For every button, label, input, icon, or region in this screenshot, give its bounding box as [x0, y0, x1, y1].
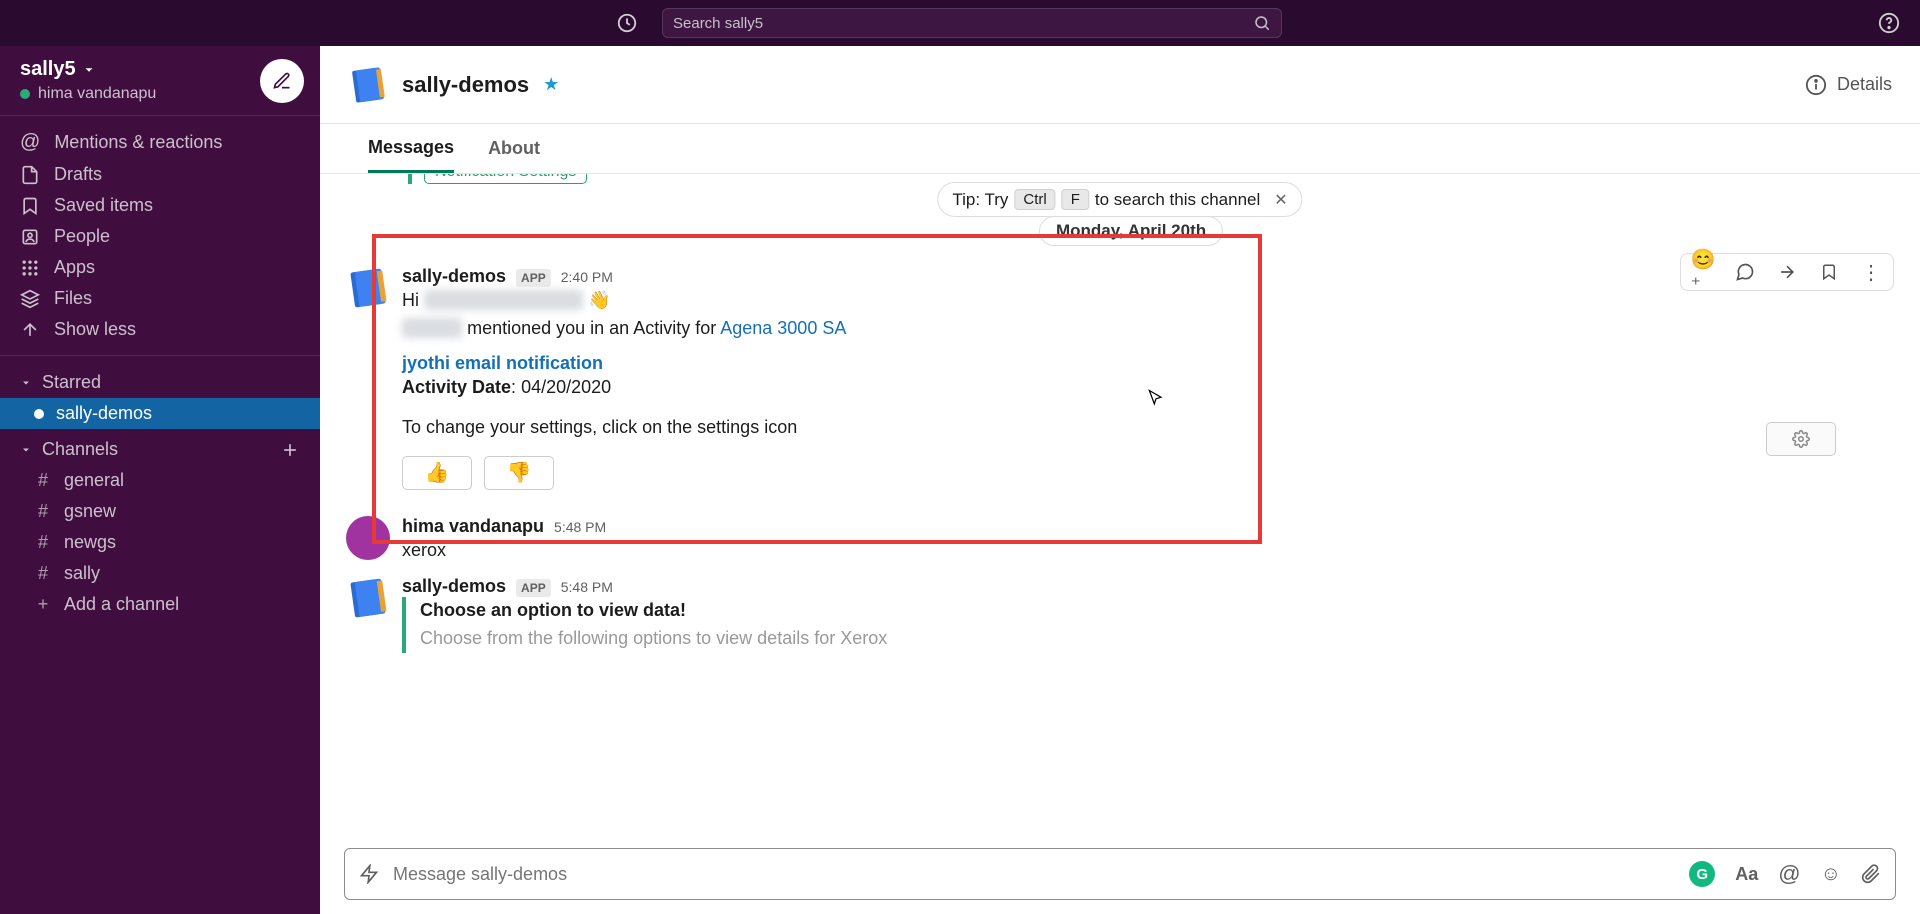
people-icon [20, 227, 40, 247]
app-avatar [346, 266, 390, 310]
message-1: sally-demos APP 2:40 PM Hi @hima vandana… [346, 260, 1894, 496]
chevron-down-icon [82, 63, 96, 77]
compose-icon [272, 71, 292, 91]
share-icon[interactable] [1775, 260, 1799, 284]
activity-title-link[interactable]: jyothi email notification [402, 353, 603, 373]
thumbs-up-button[interactable]: 👍 [402, 456, 472, 490]
history-icon[interactable] [616, 12, 638, 34]
attachment-icon[interactable] [1861, 864, 1881, 884]
details-button[interactable]: Details [1805, 74, 1892, 96]
add-channel[interactable]: +Add a channel [0, 589, 320, 620]
search-icon [1253, 14, 1271, 32]
channel-general[interactable]: #general [0, 465, 320, 496]
drafts-icon [20, 165, 40, 185]
settings-button[interactable] [1766, 422, 1836, 456]
redacted-actor: Sadhu [402, 318, 462, 338]
grammarly-icon[interactable]: G [1689, 861, 1715, 887]
apps-icon [20, 258, 40, 278]
sender-name[interactable]: sally-demos [402, 266, 506, 287]
star-icon[interactable]: ★ [543, 74, 559, 95]
top-bar: Search sally5 [0, 0, 1920, 46]
channel-avatar-icon [345, 62, 390, 107]
add-reaction-icon[interactable]: 😊⁺ [1691, 260, 1715, 284]
current-user[interactable]: hima vandanapu [20, 85, 156, 103]
redacted-mention: @hima vandanapu [424, 290, 583, 310]
kbd-f: F [1062, 189, 1089, 210]
section-starred[interactable]: Starred [0, 362, 320, 398]
sidebar: sally5 hima vandanapu @Mentions & reacti… [0, 46, 320, 914]
caret-down-icon [20, 444, 32, 456]
date-divider: Monday, April 20th [1039, 216, 1223, 246]
search-placeholder: Search sally5 [673, 15, 1253, 32]
sender-name[interactable]: hima vandanapu [402, 516, 544, 537]
nav-people[interactable]: People [0, 221, 320, 252]
thumbs-down-button[interactable]: 👎 [484, 456, 554, 490]
more-actions-icon[interactable]: ⋮ [1859, 260, 1883, 284]
mention-icon[interactable]: @ [1778, 861, 1800, 887]
main-panel: sally-demos ★ Details Messages About Not… [320, 46, 1920, 914]
message-composer[interactable]: G Aa @ ☺ [344, 848, 1896, 900]
workspace-switcher[interactable]: sally5 [20, 58, 156, 81]
plus-icon[interactable] [280, 440, 300, 460]
lightning-icon[interactable] [359, 864, 379, 884]
caret-down-icon [20, 377, 32, 389]
gear-icon [1792, 430, 1810, 448]
timestamp: 5:48 PM [554, 519, 606, 535]
thread-icon[interactable] [1733, 260, 1757, 284]
nav-showless[interactable]: Show less [0, 314, 320, 345]
section-channels[interactable]: Channels [0, 429, 320, 465]
timestamp: 5:48 PM [561, 579, 613, 595]
account-link[interactable]: Agena 3000 SA [720, 318, 846, 338]
channel-title[interactable]: sally-demos [402, 72, 529, 98]
cursor-icon [1146, 388, 1166, 414]
notification-settings-chip[interactable]: Notification Settings [424, 174, 587, 184]
sender-name[interactable]: sally-demos [402, 576, 506, 597]
kbd-ctrl: Ctrl [1014, 189, 1055, 210]
bookmark-icon [20, 196, 40, 216]
close-icon[interactable]: ✕ [1274, 190, 1287, 210]
emoji-icon[interactable]: ☺ [1821, 863, 1841, 886]
files-icon [20, 289, 40, 309]
info-icon [1805, 74, 1827, 96]
nav-mentions[interactable]: @Mentions & reactions [0, 126, 320, 159]
search-input[interactable]: Search sally5 [662, 8, 1282, 38]
arrow-up-icon [20, 320, 40, 340]
message-3: sally-demos APP 5:48 PM Choose an option… [346, 570, 1894, 659]
nav-saved[interactable]: Saved items [0, 190, 320, 221]
presence-dot-icon [34, 409, 44, 419]
nav-drafts[interactable]: Drafts [0, 159, 320, 190]
bookmark-icon[interactable] [1817, 260, 1841, 284]
tab-messages[interactable]: Messages [368, 125, 454, 173]
app-badge: APP [516, 269, 551, 287]
wave-emoji: 👋 [588, 290, 610, 310]
nav-apps[interactable]: Apps [0, 252, 320, 283]
search-tip: Tip: Try Ctrl F to search this channel ✕ [937, 182, 1302, 217]
help-icon[interactable] [1878, 12, 1900, 34]
timestamp: 2:40 PM [561, 269, 613, 285]
sidebar-item-sally-demos[interactable]: sally-demos [0, 398, 320, 429]
channel-sally[interactable]: #sally [0, 558, 320, 589]
tab-about[interactable]: About [488, 126, 540, 171]
channel-gsnew[interactable]: #gsnew [0, 496, 320, 527]
compose-button[interactable] [260, 59, 304, 103]
message-hover-actions: 😊⁺ ⋮ [1680, 253, 1894, 291]
nav-files[interactable]: Files [0, 283, 320, 314]
app-badge: APP [516, 579, 551, 597]
channel-newgs[interactable]: #newgs [0, 527, 320, 558]
presence-indicator [20, 89, 30, 99]
composer-input[interactable] [393, 864, 1675, 885]
formatting-icon[interactable]: Aa [1735, 864, 1758, 885]
app-avatar [346, 576, 390, 620]
message-2: hima vandanapu 5:48 PM xerox [346, 510, 1894, 571]
user-avatar [346, 516, 390, 560]
